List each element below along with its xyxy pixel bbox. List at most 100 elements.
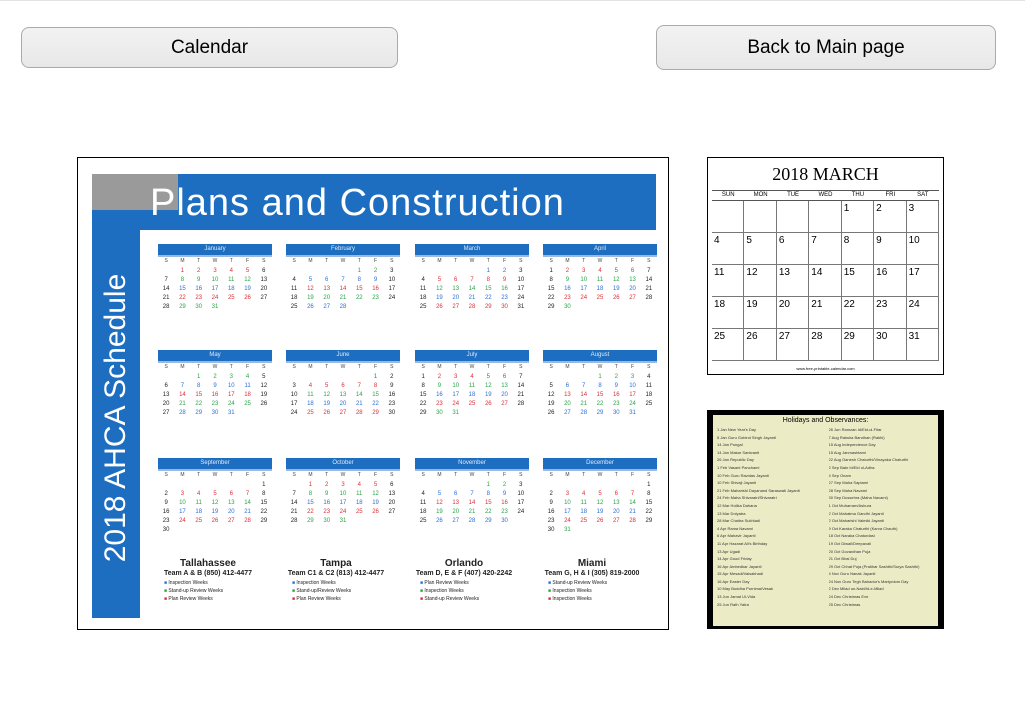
month-name: February (286, 244, 400, 257)
empty-cell (776, 201, 810, 233)
day-cell: 14 (809, 265, 842, 297)
day-cell: 3 (906, 201, 939, 233)
holiday-entry: 14 Jan Makar Sankranti (717, 449, 760, 455)
day-cell: 10 (906, 233, 939, 265)
holiday-entry: 16 Apr Ambedkar Jayanti (717, 563, 762, 569)
month-january: January S M T W T F S 1 2 3 4 5 6 7 8 9 10 11 12 13 14 15 16 17 1… (158, 244, 272, 310)
day-cell: 6 (776, 233, 810, 265)
main-calendar-image[interactable]: Plans and Construction 2018 AHCA Schedul… (77, 157, 669, 630)
month-days: 1 2 3 4 5 6 7 8 9 10 11 12 13 14 15 16 17 18 19 20 21 22 23 24 2… (547, 268, 653, 310)
office-miami: Miami Team G, H & I (305) 819-2000 ■ Stand… (544, 558, 640, 602)
month-name: June (286, 350, 400, 363)
holiday-entry: 13 Apr Ugadi (717, 548, 741, 554)
month-days: 1 2 3 4 5 6 7 8 9 10 11 12 13 14 15 16 17 18 19 20 21 22 23 24 2… (290, 374, 396, 416)
month-september: September S M T W T F S 1 2 3 4 5 6 7 8 9 10 11 12 13 14 15 16 1… (158, 458, 272, 533)
holiday-entry: 2 Sep Bakr Id/Eid ul-Adha (828, 464, 875, 470)
holidays-image[interactable]: Holidays and Observances: 1 Jan New Year… (707, 410, 944, 629)
month-february: February S M T W T F S 1 2 3 4 5 6 7 8 9 10 11 12 13 14 15 16 17… (286, 244, 400, 310)
empty-cell (712, 201, 745, 233)
back-to-main-button[interactable]: Back to Main page (656, 25, 996, 70)
weekday-label: SAT (917, 192, 929, 198)
empty-cell (744, 201, 777, 233)
holiday-entry: 26 Jan Republic Day (717, 457, 754, 463)
month-days: 1 2 3 4 5 6 7 8 9 10 11 12 13 14 15 16 17 18 19 20 21 22 23 24 2… (162, 482, 268, 533)
holiday-entry: 29 Oct Chhat Puja (Pratihar Sashthi/Sury… (828, 563, 920, 569)
day-cell: 26 (744, 329, 777, 361)
calendar-title: Plans and Construction (150, 182, 565, 224)
day-cell: 2 (874, 201, 907, 233)
weekday-header: SMTWTFS (549, 472, 651, 478)
holidays-right-column: 26 Jun Ramzan Id/Eid-ul-Fitar 7 Aug Raksh… (829, 426, 935, 608)
month-days: 1 2 3 4 5 6 7 8 9 10 11 12 13 14 15 16 17 18 19 20 21 22 23 24 2… (290, 268, 396, 310)
day-cell: 28 (809, 329, 842, 361)
holiday-entry: 14 Jan Pongal (717, 442, 743, 448)
weekday-label: SUN (721, 192, 735, 198)
holiday-entry: 28 Mar Chaitra Sukhladi (717, 518, 760, 524)
holidays-panel: Holidays and Observances: 1 Jan New Year… (713, 415, 938, 626)
calendar-button[interactable]: Calendar (21, 27, 398, 68)
month-december: December S M T W T F S 1 2 3 4 5 6 7 8 9 10 11 12 13 14 15 16 17… (543, 458, 657, 533)
month-april: April S M T W T F S 1 2 3 4 5 6 7 8 9 10 11 12 13 14 15 16 17 18 1… (543, 244, 657, 310)
office-tallahassee: Tallahassee Team A & B (850) 412-4477 ■ In… (163, 558, 253, 602)
month-name: March (415, 244, 529, 257)
month-days: 1 2 3 4 5 6 7 8 9 10 11 12 13 14 15 16 17 18 19 20 21 22 23 24 2… (547, 374, 653, 416)
day-cell: 17 (906, 265, 939, 297)
day-cell: 20 (776, 297, 810, 329)
holiday-entry: 22 Aug Ganesh Chaturthi/Vinayaka Chaturt… (828, 457, 909, 463)
weekday-label: MON (753, 192, 768, 198)
month-march: March S M T W T F S 1 2 3 4 5 6 7 8 9 10 11 12 13 14 15 16 17 18 1… (415, 244, 529, 310)
weekday-header: SMTWTFS (164, 364, 266, 370)
holiday-entry: 13 Jun Jamat Ul-Vida (717, 594, 756, 600)
holiday-entry: 1 Jan New Year's Day (717, 427, 757, 432)
top-divider (0, 0, 1025, 1)
holiday-entry: 28 Sep Maha Navami (828, 487, 867, 493)
day-cell: 9 (874, 233, 907, 265)
holiday-entry: 16 Apr Easter Day (717, 578, 750, 584)
weekday-label: TUE (787, 192, 800, 198)
month-name: July (415, 350, 529, 363)
holiday-entry: 21 Oct Bhai Duj (828, 556, 857, 562)
holidays-left-column: 1 Jan New Year's Day 5 Jan Guru Gobind Si… (717, 426, 823, 608)
day-cell: 18 (712, 297, 745, 329)
month-october: October S M T W T F S 1 2 3 4 5 6 7 8 9 10 11 12 13 14 15 16 17 1… (286, 458, 400, 524)
holiday-entry: 14 Apr Good Friday (717, 556, 752, 562)
month-august: August S M T W T F S 1 2 3 4 5 6 7 8 9 10 11 12 13 14 15 16 17 18… (543, 350, 657, 416)
holiday-entry: 5 Jan Guru Gobind Singh Jayanti (717, 434, 776, 440)
month-name: December (543, 458, 657, 471)
day-cell: 27 (776, 329, 810, 361)
day-cell: 16 (874, 265, 907, 297)
holiday-entry: 10 Feb Shivaji Jayanti (717, 480, 757, 486)
office-tampa: Tampa Team C1 & C2 (813) 412-4477 ■ Inspec… (287, 558, 385, 602)
month-days: 1 2 3 4 5 6 7 8 9 10 11 12 13 14 15 16 17 18 19 20 21 22 23 24 2… (162, 268, 268, 310)
month-days: 1 2 3 4 5 6 7 8 9 10 11 12 13 14 15 16 17 18 19 20 21 22 23 24 2… (419, 268, 525, 310)
march-weekday-header: SUN MON TUE WED THU FRI SAT (712, 191, 939, 201)
day-cell: 29 (841, 329, 875, 361)
weekday-header: SMTWTFS (421, 472, 523, 478)
weekday-header: SMTWTFS (164, 472, 266, 478)
month-days: 1 2 3 4 5 6 7 8 9 10 11 12 13 14 15 16 17 18 19 20 21 22 23 24 2… (419, 482, 525, 524)
holiday-entry: 11 Apr Hazarat Ali's Birthday (717, 540, 768, 546)
march-title: 2018 MARCH (772, 164, 879, 184)
holiday-entry: 4 Apr Rama Navami (717, 525, 753, 531)
holiday-entry: 6 Apr Mahavir Jayanti (717, 533, 756, 539)
holiday-entry: 25 Dec Christmas (828, 601, 861, 607)
holiday-entry: 24 Feb Maha Shivaratri/Shivaratri (717, 495, 777, 501)
holiday-entry: 2 Oct Maharishi Valmiki Jayanti (828, 518, 885, 524)
day-cell: 11 (712, 265, 745, 297)
holiday-entry: 26 Jun Ramzan Id/Eid-ul-Fitar (828, 427, 882, 432)
weekday-label: FRI (885, 192, 896, 198)
holiday-entry: 20 Oct Govardhan Puja (828, 548, 871, 554)
weekday-label: THU (851, 192, 865, 198)
weekday-header: SMTWTFS (292, 472, 394, 478)
month-days: 1 2 3 4 5 6 7 8 9 10 11 12 13 14 15 16 17 18 19 20 21 22 23 24 2… (547, 482, 653, 533)
holiday-entry: 1 Oct Muharram/Ashura (828, 502, 872, 508)
holiday-entry: 4 Sep Onam (828, 472, 851, 478)
weekday-header: SMTWTFS (164, 258, 266, 264)
march-calendar-image[interactable]: 2018 MARCH SUN MON TUE WED THU FRI SAT 1234567… (707, 157, 944, 375)
office-orlando: Orlando Team D, E & F (407) 420-2242 ■ Pla… (415, 558, 513, 602)
holiday-entry: 2 Dec Milad un-Nabi/Id-e-Milad (828, 586, 884, 592)
holiday-entry: 21 Feb Maharishi Dayanand Saraswati Jaya… (717, 487, 800, 493)
weekday-header: SMTWTFS (549, 258, 651, 264)
holiday-entry: 24 Dec Christmas Eve (828, 594, 869, 600)
holiday-entry: 19 Oct Diwali/Deepavali (828, 540, 871, 546)
